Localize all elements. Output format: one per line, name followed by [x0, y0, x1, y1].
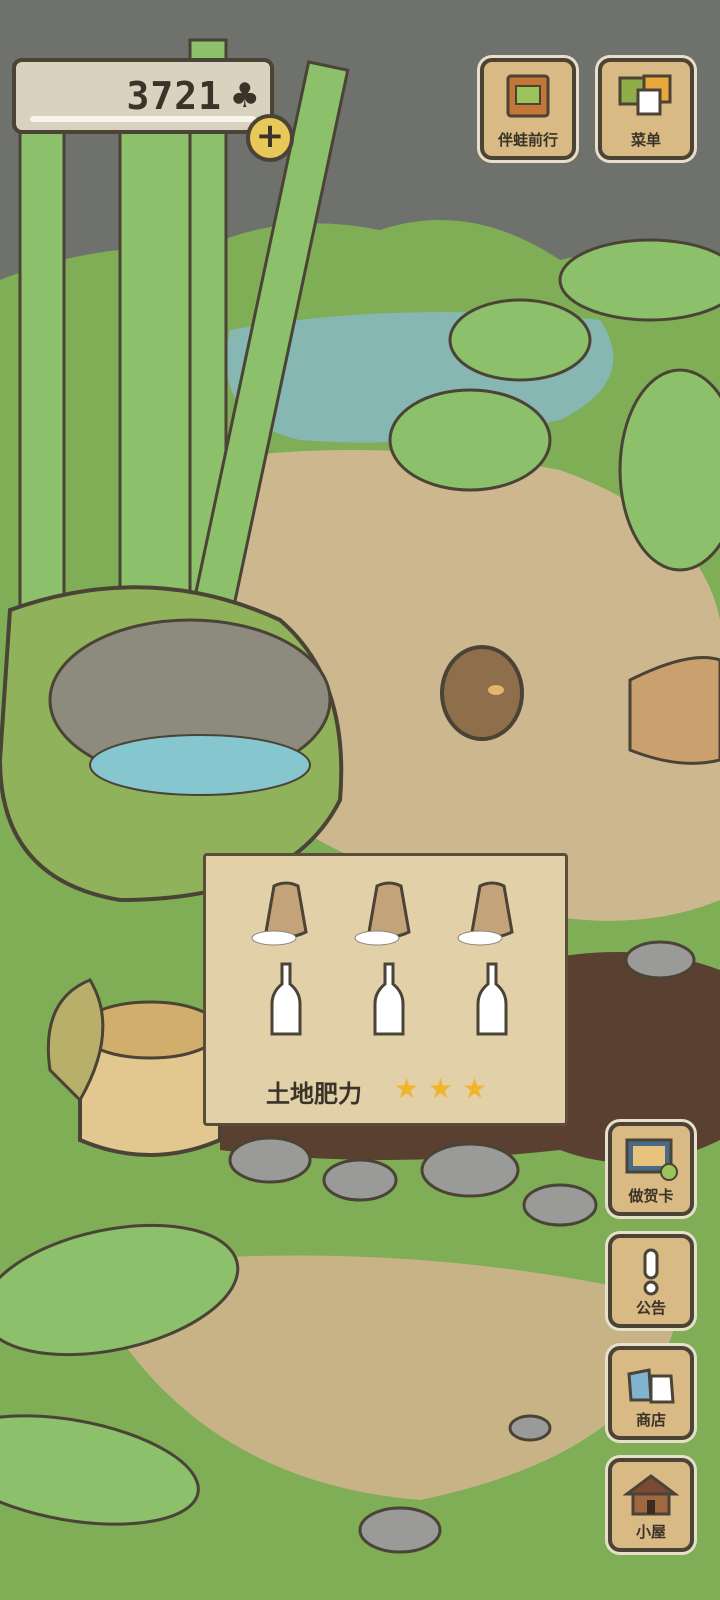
shop-bags-icon	[627, 1368, 675, 1404]
travel-book-icon	[506, 74, 550, 118]
travel-with-frog-label: 伴蛙前行	[497, 131, 558, 149]
rice-sack-icon	[354, 881, 411, 946]
announcement-button[interactable]: 公告	[608, 1234, 694, 1328]
bottle-icon	[476, 962, 508, 1036]
travel-with-frog-button[interactable]: 伴蛙前行	[480, 58, 576, 160]
make-postcard-button[interactable]: 做贺卡	[608, 1122, 694, 1216]
water-slot-1[interactable]	[244, 960, 328, 1040]
bottle-icon	[270, 962, 302, 1036]
bottle-icon	[373, 962, 405, 1036]
fertility-star-2: ★	[428, 1072, 454, 1105]
soil-fertility-label: 土地肥力	[266, 1080, 362, 1108]
seed-slot-2[interactable]	[347, 876, 431, 956]
shop-button[interactable]: 商店	[608, 1346, 694, 1440]
garden-plot-panel[interactable]: 土地肥力 ★ ★ ★	[203, 853, 568, 1126]
postcard-icon	[625, 1138, 678, 1181]
clover-counter-bar	[30, 116, 256, 122]
add-clover-button[interactable]: +	[246, 114, 294, 162]
shop-label: 商店	[635, 1411, 666, 1429]
fertility-star-3: ★	[462, 1072, 488, 1105]
clover-count-value: 3721	[126, 74, 222, 118]
water-slot-2[interactable]	[347, 960, 431, 1040]
menu-button[interactable]: 菜单	[598, 58, 694, 160]
menu-label: 菜单	[630, 131, 661, 149]
seed-slot-3[interactable]	[450, 876, 534, 956]
house-icon	[623, 1474, 679, 1516]
water-slot-3[interactable]	[450, 960, 534, 1040]
clover-icon: ♣	[229, 76, 260, 116]
exclamation-icon	[643, 1248, 659, 1296]
seed-slot-1[interactable]	[244, 876, 328, 956]
house-button[interactable]: 小屋	[608, 1458, 694, 1552]
rice-sack-icon	[251, 881, 308, 946]
rice-sack-icon	[457, 881, 514, 946]
fertility-star-1: ★	[394, 1072, 420, 1105]
announcement-label: 公告	[635, 1299, 666, 1317]
menu-cards-icon	[618, 74, 672, 116]
clover-counter: 3721 ♣	[12, 58, 274, 134]
make-postcard-label: 做贺卡	[628, 1187, 674, 1205]
house-label: 小屋	[635, 1523, 666, 1541]
